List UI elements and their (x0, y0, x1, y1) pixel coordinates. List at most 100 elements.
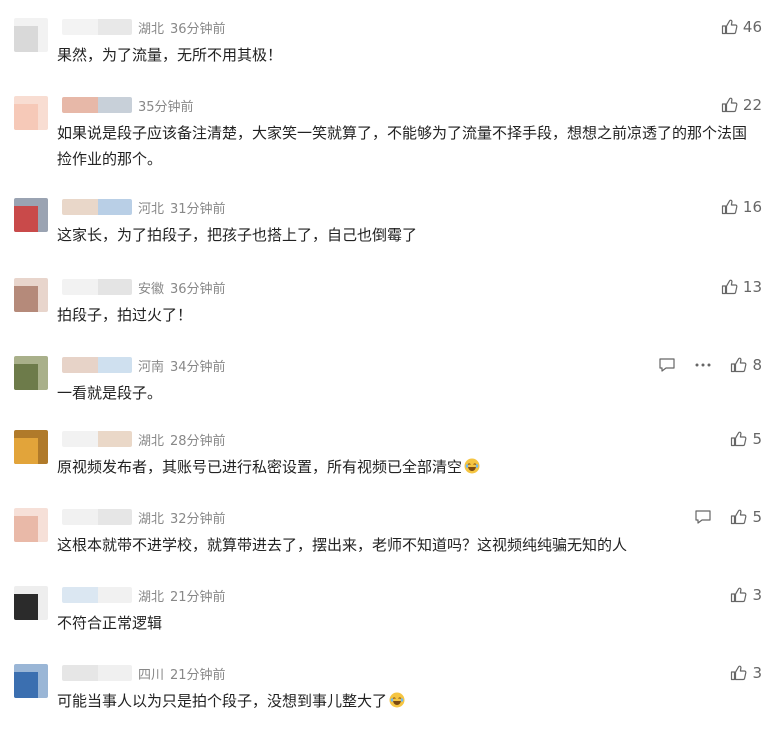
comment-item: 四川 21分钟前可能当事人以为只是拍个段子，没想到事儿整大了 3 (0, 658, 778, 732)
avatar[interactable] (14, 508, 48, 542)
comment-text: 拍段子，拍过火了！ (57, 302, 757, 328)
region-label: 湖北 (138, 433, 165, 449)
nickname-blurred[interactable] (62, 509, 132, 525)
nickname-blurred[interactable] (62, 279, 132, 295)
comment-text: 这根本就带不进学校，就算带进去了，摆出来，老师不知道吗？这视频纯纯骗无知的人 (57, 532, 757, 558)
thumbs-up-icon (721, 279, 743, 295)
comment-item: 湖北 21分钟前不符合正常逻辑 3 (0, 580, 778, 654)
like-button[interactable]: 5 (730, 430, 762, 448)
comment-meta: 湖北 28分钟前 (62, 428, 226, 450)
avatar[interactable] (14, 356, 48, 390)
comment-item: 湖北 36分钟前果然，为了流量，无所不用其极！ 46 (0, 12, 778, 86)
comment-item: 35分钟前 如果说是段子应该备注清楚，大家笑一笑就算了，不能够为了流量不择手段，想… (0, 90, 778, 168)
comment-text-content: 这根本就带不进学校，就算带进去了，摆出来，老师不知道吗？这视频纯纯骗无知的人 (57, 536, 628, 554)
timestamp: 32分钟前 (170, 511, 226, 527)
comment-meta: 湖北 32分钟前 (62, 506, 226, 528)
thumbs-up-icon (730, 431, 752, 447)
timestamp: 21分钟前 (170, 589, 226, 605)
reply-icon[interactable] (658, 357, 676, 373)
like-button[interactable]: 46 (721, 18, 762, 36)
timestamp: 36分钟前 (170, 281, 226, 297)
like-button[interactable]: 8 (730, 356, 762, 374)
like-button[interactable]: 3 (730, 664, 762, 682)
avatar[interactable] (14, 278, 48, 312)
comment-text-content: 果然，为了流量，无所不用其极！ (57, 46, 283, 64)
laughing-emoji-icon (462, 458, 480, 476)
comment-meta: 安徽 36分钟前 (62, 276, 226, 298)
nickname-blurred[interactable] (62, 431, 132, 447)
comment-item: 河南 34分钟前一看就是段子。 8 (0, 350, 778, 424)
comment-text-content: 不符合正常逻辑 (57, 614, 163, 632)
comment-actions: 13 (703, 276, 762, 298)
nickname-blurred[interactable] (62, 587, 132, 603)
comment-item: 安徽 36分钟前拍段子，拍过火了！ 13 (0, 272, 778, 346)
comment-text: 这家长，为了拍段子，把孩子也搭上了，自己也倒霉了 (57, 222, 757, 248)
comment-actions: 3 (712, 662, 762, 684)
comment-text-content: 拍段子，拍过火了！ (57, 306, 193, 324)
comment-text: 可能当事人以为只是拍个段子，没想到事儿整大了 (57, 688, 757, 714)
like-button[interactable]: 13 (721, 278, 762, 296)
timestamp: 34分钟前 (170, 359, 226, 375)
comment-text: 果然，为了流量，无所不用其极！ (57, 42, 757, 68)
more-icon[interactable] (694, 362, 712, 368)
region-label: 湖北 (138, 21, 165, 37)
like-button[interactable]: 22 (721, 96, 762, 114)
like-count: 5 (752, 430, 762, 448)
like-count: 13 (742, 278, 762, 296)
comment-item: 河北 31分钟前这家长，为了拍段子，把孩子也搭上了，自己也倒霉了 16 (0, 192, 778, 266)
like-count: 3 (752, 586, 762, 604)
comment-meta: 河南 34分钟前 (62, 354, 226, 376)
comment-meta: 湖北 36分钟前 (62, 16, 226, 38)
like-count: 16 (742, 198, 762, 216)
reply-icon[interactable] (694, 509, 712, 525)
avatar[interactable] (14, 96, 48, 130)
like-button[interactable]: 3 (730, 586, 762, 604)
like-button[interactable]: 16 (721, 198, 762, 216)
avatar[interactable] (14, 18, 48, 52)
avatar[interactable] (14, 198, 48, 232)
nickname-blurred[interactable] (62, 357, 132, 373)
nickname-blurred[interactable] (62, 97, 132, 113)
comment-actions: 5 (676, 506, 762, 528)
region-label: 河北 (138, 201, 165, 217)
timestamp: 21分钟前 (170, 667, 226, 683)
like-button[interactable]: 5 (730, 508, 762, 526)
avatar[interactable] (14, 664, 48, 698)
comment-actions: 3 (712, 584, 762, 606)
timestamp: 35分钟前 (138, 99, 194, 115)
like-count: 8 (752, 356, 762, 374)
region-label: 安徽 (138, 281, 165, 297)
comment-meta: 四川 21分钟前 (62, 662, 226, 684)
nickname-blurred[interactable] (62, 665, 132, 681)
comment-actions: 22 (703, 94, 762, 116)
like-count: 22 (742, 96, 762, 114)
region-label: 四川 (138, 667, 165, 683)
comment-actions: 46 (703, 16, 762, 38)
comment-text: 原视频发布者，其账号已进行私密设置，所有视频已全部清空 (57, 454, 757, 480)
comment-text: 如果说是段子应该备注清楚，大家笑一笑就算了，不能够为了流量不择手段，想想之前凉透… (57, 120, 757, 172)
comment-text-content: 原视频发布者，其账号已进行私密设置，所有视频已全部清空 (57, 458, 463, 476)
thumbs-up-icon (730, 587, 752, 603)
comment-meta: 河北 31分钟前 (62, 196, 226, 218)
thumbs-up-icon (730, 357, 752, 373)
nickname-blurred[interactable] (62, 19, 132, 35)
thumbs-up-icon (730, 509, 752, 525)
comment-meta: 35分钟前 (62, 94, 194, 116)
comment-text-content: 一看就是段子。 (57, 384, 163, 402)
comment-item: 湖北 28分钟前原视频发布者，其账号已进行私密设置，所有视频已全部清空 5 (0, 424, 778, 498)
avatar[interactable] (14, 586, 48, 620)
avatar[interactable] (14, 430, 48, 464)
comment-text: 一看就是段子。 (57, 380, 757, 406)
timestamp: 28分钟前 (170, 433, 226, 449)
comment-text-content: 这家长，为了拍段子，把孩子也搭上了，自己也倒霉了 (57, 226, 418, 244)
thumbs-up-icon (721, 199, 743, 215)
thumbs-up-icon (721, 19, 743, 35)
like-count: 5 (752, 508, 762, 526)
comment-item: 湖北 32分钟前这根本就带不进学校，就算带进去了，摆出来，老师不知道吗？这视频纯纯… (0, 502, 778, 576)
thumbs-up-icon (730, 665, 752, 681)
nickname-blurred[interactable] (62, 199, 132, 215)
comment-meta: 湖北 21分钟前 (62, 584, 226, 606)
comment-text-content: 可能当事人以为只是拍个段子，没想到事儿整大了 (57, 692, 388, 710)
comment-actions: 8 (640, 354, 762, 376)
comment-actions: 5 (712, 428, 762, 450)
